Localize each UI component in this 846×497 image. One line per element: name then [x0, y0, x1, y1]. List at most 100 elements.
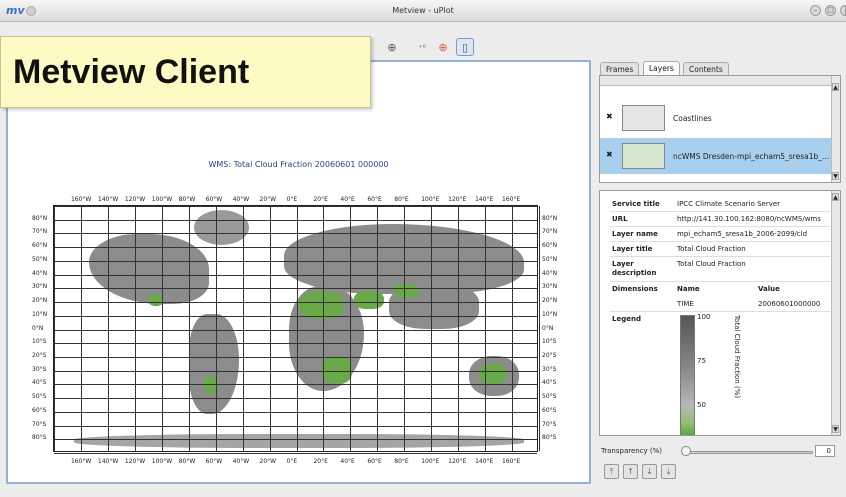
title-bar: mv Metview - uPlot – □ [0, 0, 846, 22]
layer-name: ncWMS Dresden-mpi_echam5_sresa1b_... [673, 152, 830, 161]
grid-meridian [323, 206, 324, 451]
axis-tick-label: 20°E [313, 458, 328, 465]
grid-meridian [162, 206, 163, 451]
grid-meridian [431, 206, 432, 451]
green-patch-sahara [299, 291, 344, 319]
divider [610, 256, 830, 257]
grid-meridian [404, 206, 405, 451]
divider [610, 211, 830, 212]
divider [610, 226, 830, 227]
layer-list-header [600, 76, 833, 86]
grid-parallel [54, 302, 537, 303]
grid-parallel [54, 384, 537, 385]
grid-meridian [377, 206, 378, 451]
move-top-icon[interactable]: ⤒ [604, 464, 619, 479]
tab-contents[interactable]: Contents [683, 62, 729, 75]
world-map[interactable] [53, 205, 540, 454]
axis-tick-label: 60°W [205, 196, 223, 203]
scroll-down-icon[interactable]: ▼ [832, 172, 839, 180]
axis-tick-label: 160°W [70, 196, 92, 203]
grid-parallel [54, 398, 537, 399]
plot-canvas[interactable]: WMS: Total Cloud Fraction 20060601 00000… [6, 60, 591, 484]
layer-visible-checkbox[interactable]: ✖ [606, 151, 614, 159]
grid-meridian [216, 206, 217, 451]
scroll-down-icon[interactable]: ▼ [832, 425, 839, 433]
maximize-icon[interactable]: □ [825, 5, 836, 16]
axis-tick-label: 140°W [97, 458, 119, 465]
axis-tick-label: 60°S [542, 406, 557, 414]
axis-tick-label: 50°N [32, 255, 48, 263]
axis-tick-label: 40°E [340, 196, 355, 203]
axis-tick-label: 60°S [32, 406, 47, 414]
legend-tick: 25 [697, 435, 706, 436]
callout-banner: Metview Client [0, 36, 371, 108]
move-bottom-icon[interactable]: ⤓ [661, 464, 676, 479]
axis-tick-label: 120°E [448, 196, 467, 203]
grid-parallel [54, 220, 537, 221]
slider-handle[interactable] [681, 446, 691, 456]
scroll-up-icon[interactable]: ▲ [832, 83, 839, 91]
tab-frames[interactable]: Frames [600, 62, 640, 75]
axis-tick-label: 120°W [124, 196, 146, 203]
transparency-control: Transparency (%) 0 [599, 444, 841, 460]
grid-parallel [54, 357, 537, 358]
grid-parallel [54, 330, 537, 331]
layer-list-scrollbar[interactable]: ▲ ▼ [831, 76, 840, 182]
globe-icon[interactable]: ⊕ [434, 38, 452, 56]
axis-tick-label: 80°S [542, 434, 557, 442]
grid-parallel [54, 316, 537, 317]
grid-parallel [54, 233, 537, 234]
axis-tick-label: 120°E [448, 458, 467, 465]
axis-tick-label: 140°E [475, 458, 494, 465]
axis-tick-label: 30°N [542, 283, 558, 291]
info-key: Layer name [612, 230, 658, 238]
grid-meridian [350, 206, 351, 451]
sidebar-toggle-icon[interactable]: ▯ [456, 38, 474, 56]
layer-visible-checkbox[interactable]: ✖ [606, 113, 614, 121]
grid-meridian [54, 206, 55, 451]
axis-tick-label: 50°S [542, 393, 557, 401]
scroll-up-icon[interactable]: ▲ [832, 193, 839, 201]
info-value: mpi_echam5_sresa1b_2006-2099/cld [677, 230, 808, 238]
layer-row-ncwms[interactable]: ✖ ncWMS Dresden-mpi_echam5_sresa1b_... [600, 138, 833, 174]
divider [610, 311, 830, 312]
info-scrollbar[interactable]: ▲ ▼ [831, 191, 840, 435]
grid-parallel [54, 426, 537, 427]
grid-meridian [189, 206, 190, 451]
axis-tick-label: 20°S [542, 351, 557, 359]
grid-meridian [243, 206, 244, 451]
grid-parallel [54, 412, 537, 413]
info-key: Layer description [612, 260, 657, 277]
minimize-icon[interactable]: – [810, 5, 821, 16]
transparency-spinbox[interactable]: 0 [815, 445, 835, 457]
axis-tick-label: 60°N [542, 242, 558, 250]
magnifier-icon[interactable]: ⁺⁰ [413, 38, 431, 56]
south-america [189, 314, 239, 414]
axis-tick-label: 20°E [313, 196, 328, 203]
grid-meridian [512, 206, 513, 451]
axis-tick-label: 70°S [542, 420, 557, 428]
axis-tick-label: 80°N [32, 214, 48, 222]
grid-meridian [297, 206, 298, 451]
axis-tick-label: 0°N [32, 324, 44, 332]
axis-tick-label: 100°E [421, 458, 440, 465]
close-icon[interactable] [840, 5, 846, 16]
layer-row-coastlines[interactable]: ✖ Coastlines [600, 100, 833, 136]
grid-meridian [108, 206, 109, 451]
tab-layers[interactable]: Layers [643, 61, 680, 76]
info-key: Legend [612, 315, 641, 323]
legend-title: Total Cloud Fraction (%) [733, 315, 741, 399]
info-key: Dimensions [612, 285, 658, 293]
axis-tick-label: 100°E [421, 196, 440, 203]
axis-tick-label: 80°W [178, 196, 196, 203]
green-patch-australia [479, 364, 507, 384]
axis-tick-label: 10°S [32, 338, 47, 346]
move-down-icon[interactable]: ↓ [642, 464, 657, 479]
axis-tick-label: 30°N [32, 283, 48, 291]
grid-parallel [54, 343, 537, 344]
axis-tick-label: 60°N [32, 242, 48, 250]
move-up-icon[interactable]: ↑ [623, 464, 638, 479]
layer-thumbnail [622, 143, 665, 169]
zoom-icon[interactable]: ⊕ [383, 38, 401, 56]
transparency-slider[interactable] [685, 451, 813, 454]
